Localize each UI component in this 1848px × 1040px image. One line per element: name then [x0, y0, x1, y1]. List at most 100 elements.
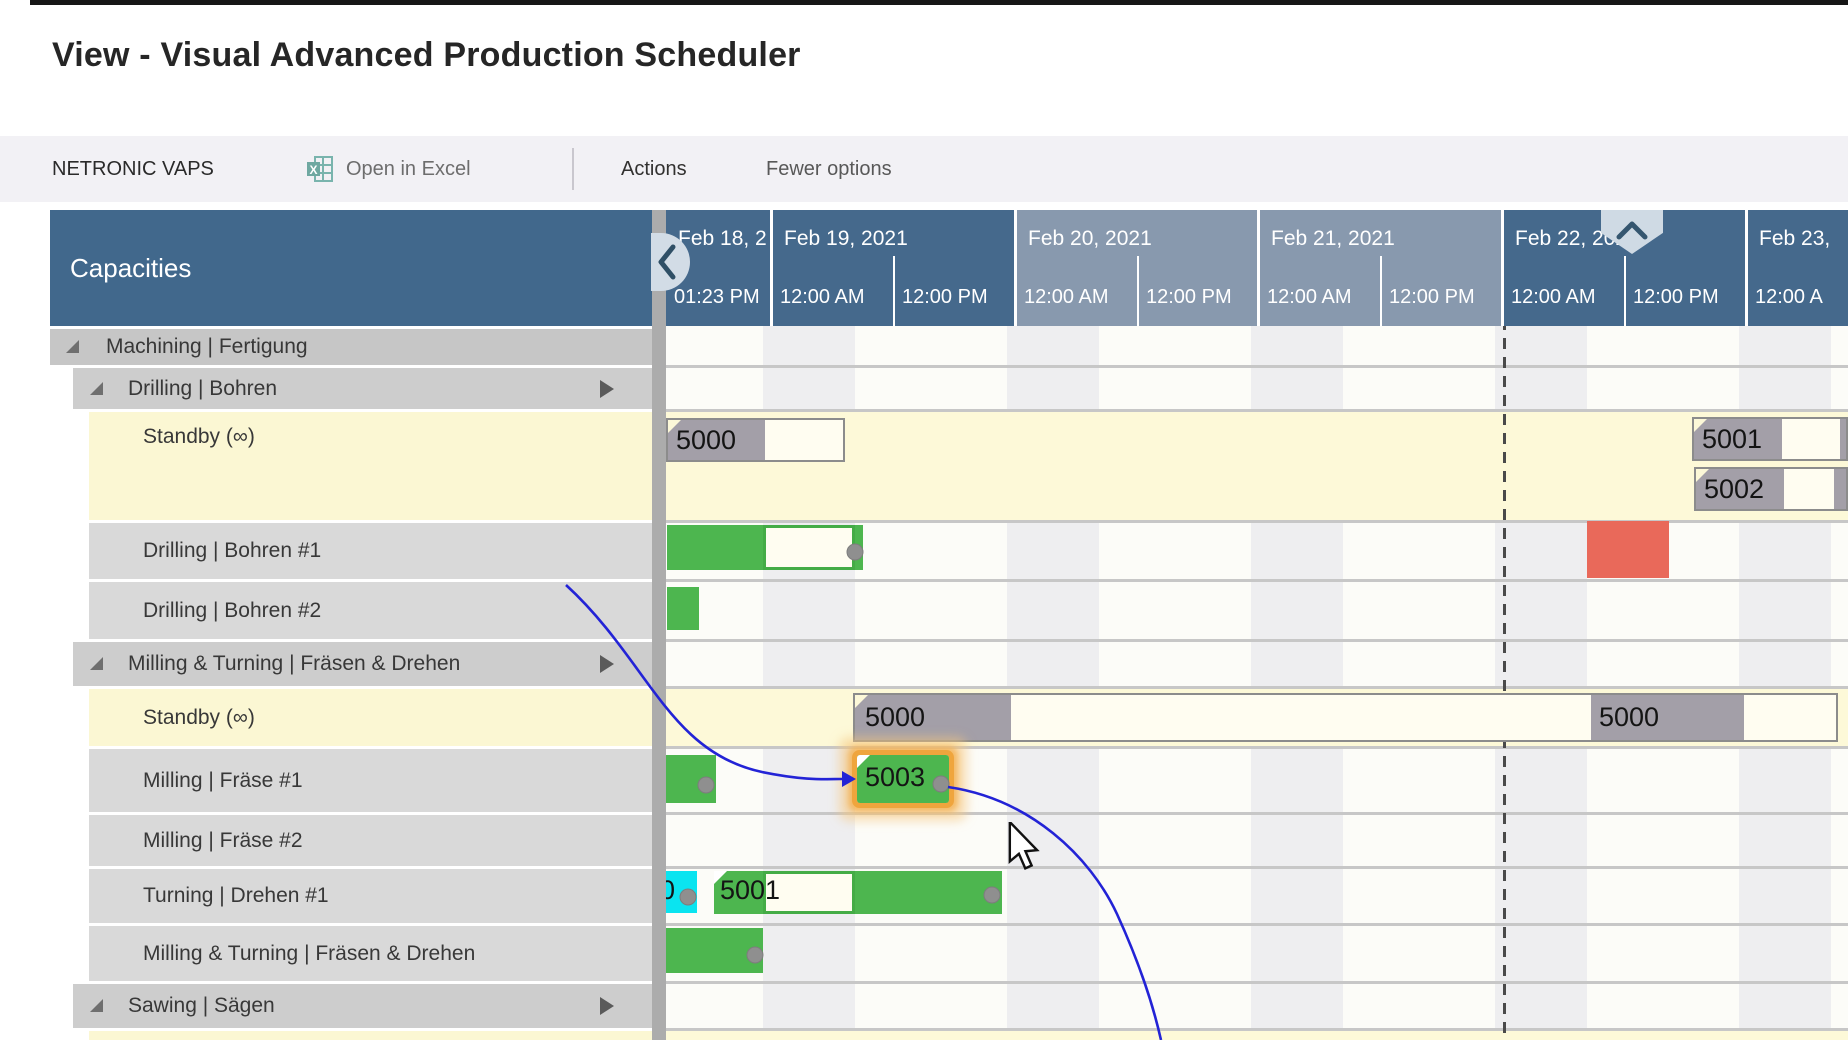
panel-row-label: Sawing | Sägen: [128, 984, 275, 1028]
timeline-time-label: 12:00 AM: [1503, 268, 1625, 326]
row-border: [666, 686, 1848, 689]
bar-fold-corner: [857, 755, 870, 768]
link-handle-dot[interactable]: [984, 887, 1001, 904]
bar-label: 5000: [676, 420, 736, 460]
scroll-timeline-left-button[interactable]: [651, 233, 690, 291]
bar-segment-green: [855, 871, 1002, 914]
panel-row-machining[interactable]: Machining | Fertigung: [50, 329, 652, 365]
actions-menu[interactable]: Actions: [621, 136, 687, 202]
panel-row-sawing[interactable]: Sawing | Sägen: [73, 984, 652, 1028]
panel-row-label: Milling & Turning | Fräsen & Drehen: [128, 642, 460, 686]
timeline-time: 12:00 AM: [1016, 268, 1138, 326]
vertical-scrollbar[interactable]: [652, 210, 666, 1040]
panel-row-mt-leaf[interactable]: Milling & Turning | Fräsen & Drehen: [89, 926, 652, 981]
halfday-tick: [1380, 256, 1382, 268]
bar-5002[interactable]: 5002: [1694, 467, 1848, 511]
link-handle-dot[interactable]: [847, 544, 864, 561]
panel-row-label: Drilling | Bohren #2: [143, 582, 321, 639]
panel-row-drill1[interactable]: Drilling | Bohren #1: [89, 523, 652, 579]
panel-row-drill-standby[interactable]: Standby (∞): [89, 412, 652, 520]
timeline-time-label: 12:00 AM: [1259, 268, 1381, 326]
link-handle-dot[interactable]: [680, 889, 697, 906]
bar-green-drill1[interactable]: [667, 525, 863, 570]
bar-fold-corner: [668, 420, 681, 433]
bar-segment-paper: [765, 420, 845, 460]
row-border: [666, 365, 1848, 368]
panel-row-drehen1[interactable]: Turning | Drehen #1: [89, 869, 652, 923]
panel-row-mt-standby[interactable]: Standby (∞): [89, 689, 652, 746]
timeline-time-label: 12:00 AM: [772, 268, 894, 326]
excel-icon: X: [306, 155, 334, 183]
day-separator: [1014, 210, 1017, 326]
day-separator: [1501, 210, 1504, 326]
day-separator: [1745, 210, 1748, 326]
row-arrow-icon[interactable]: [600, 655, 614, 673]
toolbar-divider: [572, 148, 574, 190]
row-border: [666, 746, 1848, 749]
halfday-separator: [893, 268, 895, 326]
panel-row-saw-standby[interactable]: [89, 1031, 652, 1040]
timeline-time: 12:00 PM: [1381, 268, 1503, 326]
panel-row-fraese2[interactable]: Milling | Fräse #2: [89, 815, 652, 866]
timeline-time: 12:00 PM: [1138, 268, 1259, 326]
timeline-time-label: 12:00 PM: [1138, 268, 1259, 326]
panel-row-label: Turning | Drehen #1: [143, 869, 329, 923]
bar-segment-paper: [763, 525, 855, 570]
standby-row-band: [666, 1031, 1848, 1040]
toolbar: NETRONIC VAPS X Open in Excel Actions Fe…: [0, 136, 1848, 202]
timeline-time: 12:00 PM: [894, 268, 1016, 326]
halfday-tick: [1137, 256, 1139, 268]
chevron-up-icon: [1619, 224, 1645, 237]
bar-red[interactable]: [1587, 521, 1669, 578]
timeline-time: 12:00 AM: [1259, 268, 1381, 326]
halfday-separator: [1624, 268, 1626, 326]
brand-label: NETRONIC VAPS: [52, 136, 214, 202]
day-separator: [1257, 210, 1260, 326]
link-handle-dot[interactable]: [747, 947, 764, 964]
link-handle-dot[interactable]: [933, 776, 950, 793]
timeline-time-label: 12:00 AM: [1016, 268, 1138, 326]
bar-green-drill2[interactable]: [667, 587, 699, 630]
expand-triangle-icon[interactable]: [90, 999, 103, 1012]
panel-row-fraese1[interactable]: Milling | Fräse #1: [89, 749, 652, 812]
fewer-options-menu[interactable]: Fewer options: [766, 136, 892, 202]
row-border: [666, 923, 1848, 926]
bar-5000-b[interactable]: 50005000: [853, 693, 1838, 742]
bar-label: 5001: [1702, 419, 1762, 459]
halfday-tick: [1624, 256, 1626, 268]
top-border: [30, 0, 1848, 5]
bar-segment-paper: [1782, 419, 1840, 459]
panel-row-label: Standby (∞): [143, 426, 255, 447]
bar-segment-paper: [1784, 469, 1834, 509]
row-arrow-icon[interactable]: [600, 380, 614, 398]
panel-row-label: Milling & Turning | Fräsen & Drehen: [143, 926, 475, 981]
bar-segment-paper: [1744, 695, 1838, 740]
halfday-separator: [1137, 268, 1139, 326]
bar-5001[interactable]: 5001: [1692, 417, 1848, 461]
row-arrow-icon[interactable]: [600, 997, 614, 1015]
panel-row-drill2[interactable]: Drilling | Bohren #2: [89, 582, 652, 639]
bar-5000-a[interactable]: 5000: [666, 418, 845, 462]
row-border: [666, 866, 1848, 869]
bar-segment-gray: [1834, 469, 1848, 509]
timeline-time: 12:00 AM: [772, 268, 894, 326]
expand-triangle-icon[interactable]: [90, 382, 103, 395]
capacities-header: Capacities: [50, 210, 652, 326]
open-in-excel-button[interactable]: Open in Excel: [346, 136, 471, 202]
link-handle-dot[interactable]: [698, 777, 715, 794]
expand-triangle-icon[interactable]: [66, 340, 79, 353]
bar-label: 5002: [1704, 469, 1764, 509]
bar-fold-corner: [1694, 419, 1707, 432]
panel-row-mt-group[interactable]: Milling & Turning | Fräsen & Drehen: [73, 642, 652, 686]
bar-5001-b[interactable]: 5001: [714, 871, 1002, 914]
timeline-time: 12:00 PM: [1625, 268, 1747, 326]
expand-triangle-icon[interactable]: [90, 657, 103, 670]
row-border: [666, 579, 1848, 582]
bar-label: 5000: [865, 695, 925, 740]
bar-segment-paper: [1011, 695, 1591, 740]
panel-row-drilling[interactable]: Drilling | Bohren: [73, 368, 652, 409]
bar-label: 5001: [720, 871, 780, 910]
timeline-time-label: 12:00 PM: [1381, 268, 1503, 326]
day-separator: [770, 210, 773, 326]
row-border: [666, 1028, 1848, 1031]
